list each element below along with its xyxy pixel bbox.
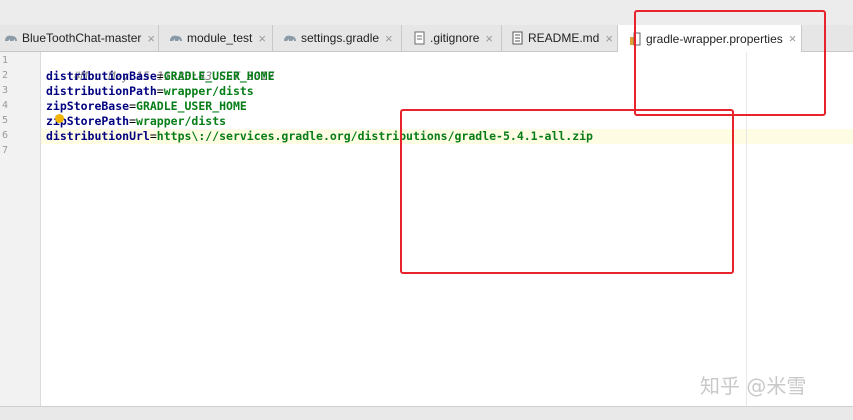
watermark-text: 知乎 @米雪 (700, 374, 807, 398)
equals-sign: = (156, 69, 164, 83)
property-key: distributionUrl (46, 129, 150, 143)
line-number: 1 (1, 55, 8, 66)
text-file-icon (414, 31, 425, 45)
line-number: 2 (1, 70, 8, 81)
tab-settings-gradle[interactable]: settings.gradle × (273, 25, 402, 51)
property-value: GRADLE_USER_HOME (163, 69, 275, 83)
lightbulb-icon[interactable] (55, 114, 64, 123)
line-number: 5 (1, 115, 8, 126)
tab-label: README.md (528, 31, 600, 45)
tab-module-test[interactable]: module_test × (159, 25, 273, 51)
equals-sign: = (156, 84, 164, 98)
gradle-elephant-icon (284, 35, 296, 41)
tab-label: settings.gradle (301, 31, 380, 45)
code-line-2[interactable]: distributionBase=GRADLE_USER_HOME (46, 69, 275, 84)
code-line-3[interactable]: distributionPath=wrapper/dists (46, 84, 254, 99)
gradle-elephant-icon (5, 35, 17, 41)
markdown-file-icon (512, 31, 523, 45)
property-value: wrapper/dists (163, 84, 254, 98)
code-line-5[interactable]: zipStorePath=wrapper/dists (46, 114, 226, 129)
close-icon[interactable]: × (147, 31, 155, 46)
property-value: GRADLE_USER_HOME (136, 99, 247, 113)
status-bar (0, 406, 853, 420)
annotation-highlight-box (634, 10, 826, 116)
tab-label: module_test (187, 31, 253, 45)
line-number-gutter: 1 2 3 4 5 6 7 (0, 52, 41, 406)
annotation-highlight-box (400, 109, 734, 274)
tab-label: BlueToothChat-master (22, 31, 142, 45)
equals-sign: = (129, 114, 137, 128)
close-icon[interactable]: × (385, 31, 393, 46)
line-number: 7 (1, 145, 8, 156)
equals-sign: = (129, 99, 137, 113)
property-key: distributionPath (46, 84, 157, 98)
tab-label: .gitignore (430, 31, 480, 45)
code-line-4[interactable]: zipStoreBase=GRADLE_USER_HOME (46, 99, 247, 114)
line-number: 6 (1, 130, 8, 141)
property-value: wrapper/dists (136, 114, 227, 128)
tab-bluetoothchat-master[interactable]: BlueToothChat-master × (0, 25, 159, 51)
equals-sign: = (149, 129, 157, 143)
tab-readme-md[interactable]: README.md × (502, 25, 618, 51)
close-icon[interactable]: × (485, 31, 493, 46)
property-key: zipStoreBase (46, 99, 130, 113)
line-number: 3 (1, 85, 8, 96)
close-icon[interactable]: × (258, 31, 266, 46)
tab-gitignore[interactable]: .gitignore × (402, 25, 502, 51)
property-key: distributionBase (46, 69, 157, 83)
close-icon[interactable]: × (605, 31, 613, 46)
gradle-elephant-icon (170, 35, 182, 41)
line-number: 4 (1, 100, 8, 111)
